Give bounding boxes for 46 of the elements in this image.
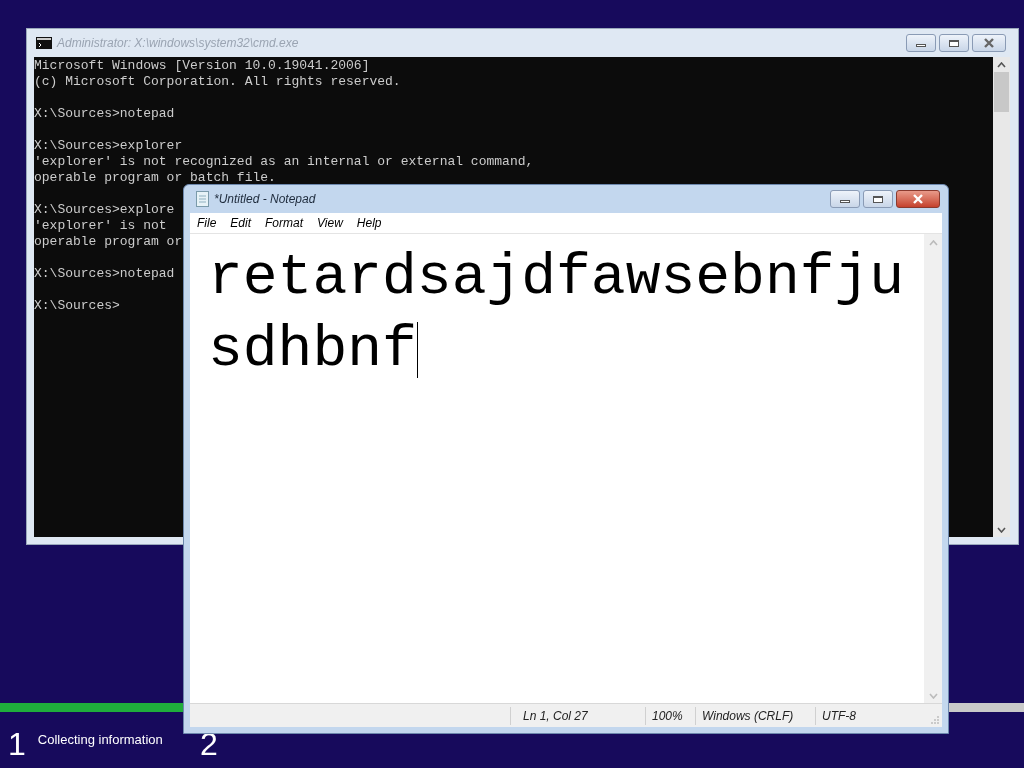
minimize-button[interactable] bbox=[906, 34, 936, 52]
console-line: X:\Sources>notepad bbox=[34, 106, 175, 122]
menu-item[interactable]: View bbox=[312, 214, 348, 232]
window-title: *Untitled - Notepad bbox=[214, 191, 317, 208]
console-line: X:\Sources>explore bbox=[34, 202, 175, 218]
text-cursor bbox=[416, 322, 418, 378]
document-text: retardsajdfawsebnfju bbox=[208, 244, 905, 312]
console-line: 'explorer' is not recognized as an internal or external command, bbox=[34, 154, 534, 170]
console-icon bbox=[36, 37, 52, 49]
console-line: operable program or bbox=[34, 234, 183, 250]
status-text: Windows (CRLF) bbox=[695, 706, 815, 725]
maximize-button[interactable] bbox=[939, 34, 969, 52]
step-label: Collecting information bbox=[37, 731, 163, 749]
minimize-button[interactable] bbox=[830, 190, 860, 208]
scroll-up-icon[interactable] bbox=[997, 62, 1006, 68]
status-text: UTF-8 bbox=[815, 706, 895, 725]
step-number: 1 bbox=[8, 726, 26, 762]
close-icon bbox=[983, 38, 995, 48]
resize-grip-icon[interactable] bbox=[931, 716, 939, 724]
scroll-down-icon[interactable] bbox=[997, 527, 1006, 533]
status-text: 100% bbox=[645, 706, 695, 725]
console-line: X:\Sources> bbox=[34, 298, 120, 314]
maximize-icon bbox=[949, 39, 959, 47]
scroll-thumb[interactable] bbox=[994, 72, 1009, 112]
menu-item[interactable]: Format bbox=[260, 214, 309, 232]
console-line: X:\Sources>explorer bbox=[34, 138, 183, 154]
menu-item[interactable]: Edit bbox=[225, 214, 257, 232]
status-text: Ln 1, Col 27 bbox=[510, 706, 645, 725]
document-text: sdhbnf bbox=[208, 316, 417, 384]
scrollbar[interactable] bbox=[993, 57, 1010, 537]
window-title: Administrator: X:\windows\system32\cmd.exe bbox=[57, 35, 300, 52]
console-line: 'explorer' is not bbox=[34, 218, 167, 234]
notepad-icon bbox=[196, 191, 209, 207]
close-icon bbox=[912, 194, 924, 204]
menu-item[interactable]: Help bbox=[351, 214, 387, 232]
console-line: operable program or batch file. bbox=[34, 170, 276, 186]
maximize-button[interactable] bbox=[863, 190, 893, 208]
menu-item[interactable]: File bbox=[192, 214, 222, 232]
console-line: (c) Microsoft Corporation. All rights reserved. bbox=[34, 74, 401, 90]
console-line: X:\Sources>notepad bbox=[34, 266, 175, 282]
maximize-icon bbox=[873, 195, 883, 203]
close-button[interactable] bbox=[896, 190, 940, 208]
minimize-icon bbox=[840, 199, 850, 203]
console-line: Microsoft Windows [Version 10.0.19041.2006] bbox=[34, 58, 370, 74]
close-button[interactable] bbox=[972, 34, 1006, 52]
minimize-icon bbox=[916, 43, 926, 47]
